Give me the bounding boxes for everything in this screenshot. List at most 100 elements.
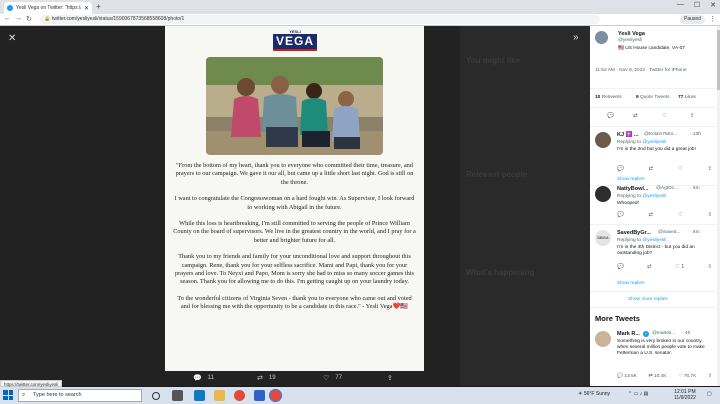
quotes-stat[interactable]: 9 Quote Tweets xyxy=(636,95,670,100)
more-tweet-text[interactable]: Something is very broken in our country … xyxy=(617,339,712,357)
weather-widget[interactable]: ☀ 56°F Sunny xyxy=(578,391,610,397)
author-avatar[interactable] xyxy=(595,31,608,44)
author-handle[interactable]: @yesliyesli xyxy=(618,38,642,43)
reply-action[interactable]: 💬 11 xyxy=(193,374,214,382)
twitter-favicon-icon xyxy=(7,5,13,11)
new-tab-icon[interactable]: + xyxy=(96,2,101,11)
heart-icon[interactable]: ♡ xyxy=(678,212,683,218)
reply-author-handle[interactable]: @AgtOc... xyxy=(656,186,678,191)
like-group[interactable]: ♡ 1 xyxy=(675,264,685,270)
likes-stat[interactable]: 77 Likes xyxy=(678,95,696,100)
retweets-label: Retweets xyxy=(601,95,622,100)
share-icon[interactable]: ⇪ xyxy=(707,166,712,172)
heart-icon[interactable]: ♡ xyxy=(678,166,683,172)
detail-like-icon[interactable]: ♡ xyxy=(662,113,667,119)
share-action[interactable]: ⇪ xyxy=(387,374,393,382)
reply-like-count: 1 xyxy=(681,264,685,270)
more-tweet-actions: 💬 13.5K ⇄ 10.4K ♡ 76.7K ⇪ xyxy=(617,374,712,379)
replying-to-handle[interactable]: @yesliyesli xyxy=(642,194,666,199)
more-tweet-time[interactable]: · 4h xyxy=(682,331,690,336)
more-tweet-handle[interactable]: @markle... xyxy=(652,331,675,336)
tweet-image[interactable]: YESLI VEGA "From the bottom of my heart,… xyxy=(165,26,424,371)
reply-text: I'm in the 2nd but you did a great job! xyxy=(617,147,696,152)
window-close-icon[interactable]: ✕ xyxy=(710,1,716,9)
reply-author-name[interactable]: SavedByGr... xyxy=(617,230,651,236)
more-tweet-avatar[interactable] xyxy=(595,331,611,347)
reply-avatar[interactable]: SBGA xyxy=(595,230,611,246)
forward-icon[interactable]: → xyxy=(15,15,22,22)
reply-author-handle[interactable]: @Saved... xyxy=(658,230,680,235)
reply-icon[interactable]: 💬 xyxy=(617,212,624,218)
reload-icon[interactable]: ↻ xyxy=(26,15,32,23)
photo-action-bar: 💬 11 ⇄ 19 ♡ 77 ⇪ xyxy=(165,371,424,387)
replying-to-prefix: Replying to xyxy=(617,140,643,145)
clock-date: 11/9/2022 xyxy=(674,395,696,401)
like-group[interactable]: ♡ 76.7K xyxy=(678,374,696,379)
edge-icon[interactable] xyxy=(194,390,205,401)
file-explorer-icon[interactable] xyxy=(214,390,225,401)
browser-tab[interactable]: Yesli Vega on Twitter: "https://t... ✕ xyxy=(4,2,92,14)
minimize-icon[interactable]: — xyxy=(677,1,684,9)
detail-share-icon[interactable]: ⇪ xyxy=(690,113,695,119)
collapse-panel-icon[interactable]: » xyxy=(573,32,579,43)
reply-icon[interactable]: 💬 xyxy=(617,166,624,172)
reply-avatar[interactable] xyxy=(595,186,611,202)
show-more-replies-link[interactable]: Show more replies xyxy=(628,297,668,302)
reply-time[interactable]: · 6m xyxy=(690,186,700,191)
browser-tab-bar: Yesli Vega on Twitter: "https://t... ✕ +… xyxy=(0,0,720,14)
retweet-action[interactable]: ⇄ 19 xyxy=(257,374,276,382)
retweet-group[interactable]: ⇄ 10.4K xyxy=(649,374,667,379)
browser-menu-icon[interactable]: ⋮ xyxy=(709,15,716,23)
url-field[interactable]: 🔒 twitter.com/yesliyesli/status/15900678… xyxy=(40,15,600,24)
tab-close-icon[interactable]: ✕ xyxy=(84,5,89,12)
retweet-icon[interactable]: ⇄ xyxy=(649,212,654,218)
chrome-active-icon[interactable] xyxy=(269,389,282,402)
share-icon[interactable]: ⇪ xyxy=(707,212,712,218)
replying-to-handle[interactable]: @yesliyesli xyxy=(642,140,666,145)
like-action[interactable]: ♡ 77 xyxy=(323,374,342,382)
author-name[interactable]: Yesli Vega xyxy=(618,31,645,37)
windows-start-icon[interactable] xyxy=(3,390,13,400)
retweets-number: 10 xyxy=(595,95,601,100)
tweet-timestamp[interactable]: 11:52 AM · Nov 9, 2022 · Twitter for iPh… xyxy=(595,68,695,74)
more-tweet-author[interactable]: Mark R... xyxy=(617,331,640,337)
reply-author-name[interactable]: KJ ✝️ ... xyxy=(617,132,639,138)
reply-text: I'm in the 4th District - but you did an… xyxy=(617,245,695,256)
outlook-icon[interactable] xyxy=(254,390,265,401)
taskbar-search-input[interactable]: ⌕ Type here to search xyxy=(18,389,142,402)
cortana-icon[interactable] xyxy=(152,392,160,400)
show-replies-link[interactable]: Show replies xyxy=(617,177,644,182)
replying-to-handle[interactable]: @yesliyesli xyxy=(642,238,666,243)
reply-time[interactable]: · 10h xyxy=(690,132,701,137)
statement-text: "From the bottom of my heart, thank you … xyxy=(173,162,416,320)
task-view-icon[interactable] xyxy=(172,390,183,401)
back-icon[interactable]: ← xyxy=(4,15,11,22)
retweet-icon[interactable]: ⇄ xyxy=(649,166,654,172)
taskbar-clock[interactable]: 12:01 PM 11/9/2022 xyxy=(674,389,696,401)
share-icon[interactable]: ⇪ xyxy=(707,264,712,270)
detail-reply-icon[interactable]: 💬 xyxy=(607,113,614,119)
divider xyxy=(590,185,720,186)
retweets-stat[interactable]: 10 Retweets xyxy=(595,95,622,100)
profile-paused-button[interactable]: Paused xyxy=(680,15,705,24)
reply-group[interactable]: 💬 13.5K xyxy=(617,374,637,379)
notifications-icon[interactable]: ▢ xyxy=(707,391,712,397)
reply-avatar[interactable] xyxy=(595,132,611,148)
maximize-icon[interactable]: ☐ xyxy=(694,1,700,9)
show-replies-link[interactable]: Show replies xyxy=(617,281,644,286)
heart-icon: ♡ xyxy=(323,375,330,382)
retweet-icon[interactable]: ⇄ xyxy=(647,264,652,270)
chrome-icon[interactable] xyxy=(234,390,245,401)
reply-time[interactable]: · 6m xyxy=(690,230,700,235)
share-icon[interactable]: ⇪ xyxy=(708,374,712,379)
system-tray-icons[interactable]: ⌃ ▭ ♪ ▤ xyxy=(628,391,648,397)
reply-author-handle[interactable]: @Kristin7563... xyxy=(644,132,677,137)
likes-label: Likes xyxy=(684,95,696,100)
close-photo-icon[interactable]: ✕ xyxy=(8,33,16,44)
address-bar: ← → ↻ 🔒 twitter.com/yesliyesli/status/15… xyxy=(0,14,720,26)
replying-to-prefix: Replying to xyxy=(617,194,643,199)
reply-author-name[interactable]: NattyBowl... xyxy=(617,186,648,192)
detail-retweet-icon[interactable]: ⇄ xyxy=(633,113,638,119)
reply-icon[interactable]: 💬 xyxy=(617,264,624,270)
more-tweet-like-count: 76.7K xyxy=(683,374,697,379)
